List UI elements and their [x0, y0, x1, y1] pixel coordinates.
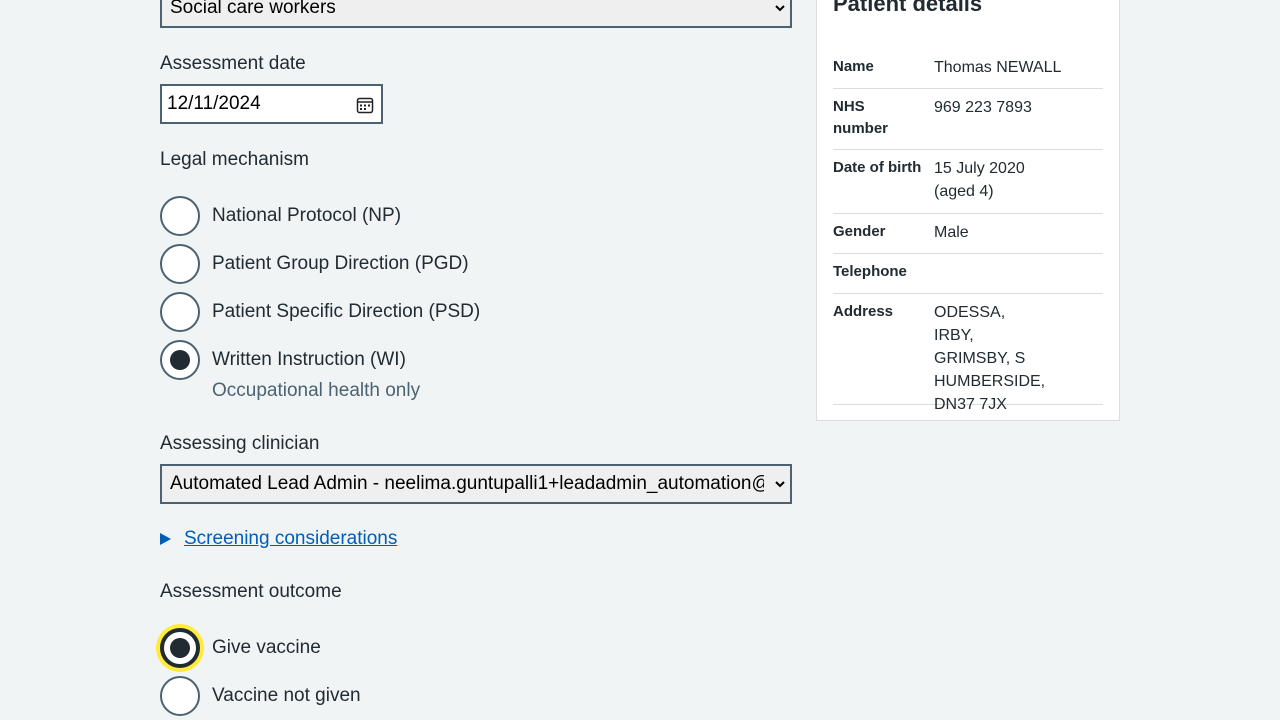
radio-button[interactable] — [160, 244, 200, 284]
row-value: Thomas NEWALL — [934, 59, 1062, 76]
radio-give-vaccine[interactable]: Give vaccine — [160, 628, 321, 668]
assessment-date-value: 12/11/2024 — [167, 93, 261, 114]
assessment-date-input[interactable]: 12/11/2024 — [160, 84, 383, 124]
calendar-icon[interactable] — [356, 96, 374, 114]
radio-label[interactable]: Give vaccine — [212, 637, 321, 659]
screening-considerations-details[interactable]: Screening considerations — [160, 528, 397, 550]
row-value: 15 July 2020 (aged 4) — [934, 160, 1025, 200]
radio-button-selected[interactable] — [160, 628, 200, 668]
radio-button[interactable] — [160, 676, 200, 716]
radio-patient-group-direction[interactable]: Patient Group Direction (PGD) — [160, 244, 469, 284]
chevron-down-icon — [775, 481, 785, 488]
row-value: 969 223 7893 — [934, 99, 1032, 116]
chevron-down-icon — [775, 5, 785, 12]
triangle-right-icon[interactable] — [160, 533, 171, 545]
radio-label[interactable]: Patient Group Direction (PGD) — [212, 253, 469, 275]
radio-label[interactable]: Patient Specific Direction (PSD) — [212, 301, 480, 323]
row-key: Telephone — [833, 263, 907, 280]
radio-written-instruction[interactable]: Written Instruction (WI) — [160, 340, 406, 380]
radio-patient-specific-direction[interactable]: Patient Specific Direction (PSD) — [160, 292, 480, 332]
legal-mechanism-label: Legal mechanism — [160, 149, 309, 170]
patient-details-title: Patient details — [833, 0, 983, 16]
assessment-outcome-label: Assessment outcome — [160, 581, 342, 602]
screening-considerations-link[interactable]: Screening considerations — [184, 528, 397, 550]
staff-group-value: Social care workers — [170, 0, 336, 18]
patient-details-panel: Patient details Name Thomas NEWALL NHS n… — [816, 0, 1120, 421]
radio-button[interactable] — [160, 196, 200, 236]
assessing-clinician-select[interactable]: Automated Lead Admin - neelima.guntupall… — [160, 464, 792, 504]
patient-row-name: Name Thomas NEWALL — [833, 55, 1103, 89]
assessing-clinician-value: Automated Lead Admin - neelima.guntupall… — [170, 473, 764, 494]
row-value: ODESSA, IRBY, GRIMSBY, S HUMBERSIDE, DN3… — [934, 304, 1046, 413]
patient-row-nhs-number: NHS number 969 223 7893 — [833, 89, 1103, 150]
radio-button-selected[interactable] — [160, 340, 200, 380]
row-key: Name — [833, 58, 874, 75]
assessing-clinician-label: Assessing clinician — [160, 433, 320, 454]
patient-row-telephone: Telephone — [833, 254, 1103, 294]
row-key: NHS number — [833, 98, 889, 137]
radio-label[interactable]: Written Instruction (WI) — [212, 349, 406, 371]
radio-national-protocol[interactable]: National Protocol (NP) — [160, 196, 401, 236]
written-instruction-hint: Occupational health only — [212, 380, 421, 401]
patient-row-date-of-birth: Date of birth 15 July 2020 (aged 4) — [833, 150, 1103, 214]
assessment-date-label: Assessment date — [160, 53, 306, 74]
row-value: Male — [934, 224, 969, 241]
patient-row-gender: Gender Male — [833, 214, 1103, 254]
radio-label[interactable]: Vaccine not given — [212, 685, 361, 707]
row-key: Gender — [833, 223, 886, 240]
patient-row-address: Address ODESSA, IRBY, GRIMSBY, S HUMBERS… — [833, 294, 1103, 413]
radio-label[interactable]: National Protocol (NP) — [212, 205, 401, 227]
radio-button[interactable] — [160, 292, 200, 332]
staff-group-select[interactable]: Social care workers — [160, 0, 792, 28]
row-key: Date of birth — [833, 159, 922, 176]
row-key: Address — [833, 303, 894, 320]
radio-vaccine-not-given[interactable]: Vaccine not given — [160, 676, 361, 716]
